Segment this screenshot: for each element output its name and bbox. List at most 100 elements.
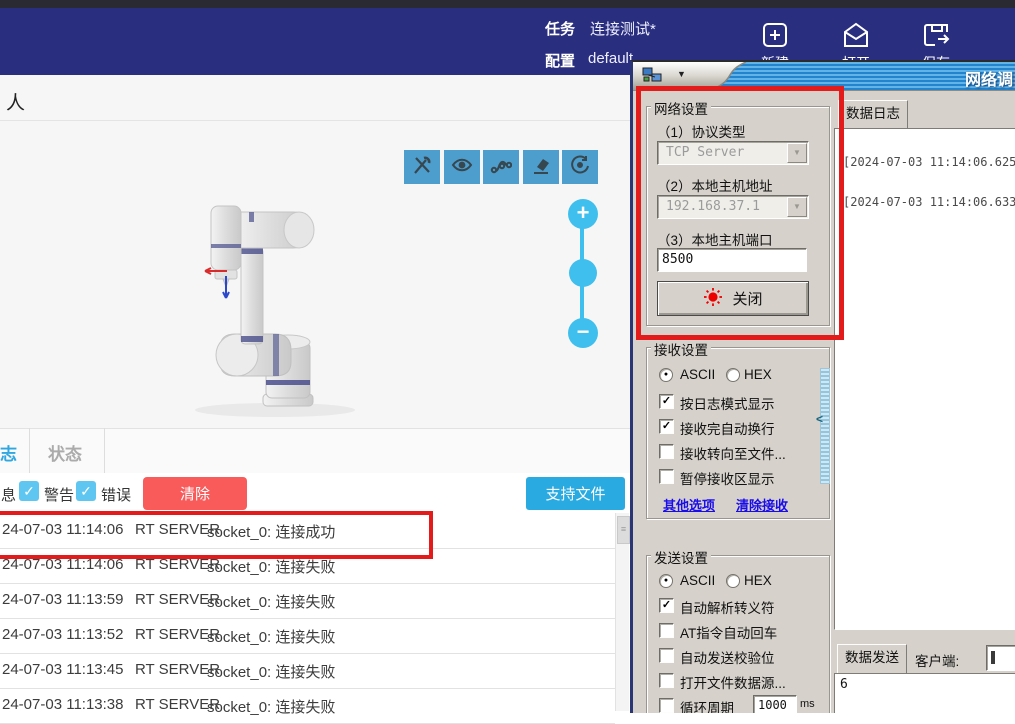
close-connection-label: 关闭 [732,288,762,309]
send-option-label: AT指令自动回车 [680,622,777,642]
host-address-value: 192.168.37.1 [666,199,760,214]
eraser-icon [530,154,552,181]
log-row[interactable]: 24-07-03 11:14:06 RT SERVER socket_0: 连接… [0,548,615,584]
receive-settings-title: 接收设置 [651,339,711,359]
log-time: 24-07-03 11:13:59 [2,591,124,608]
recv-option-label: 按日志模式显示 [680,393,775,413]
view-tools-button[interactable] [404,150,440,184]
network-icon [642,67,662,89]
log-message: socket_0: 连接失败 [207,696,335,717]
tab-divider [29,428,30,473]
log-scrollbar-thumb[interactable]: ≡ [617,516,630,544]
log-scrollbar[interactable]: ≡ [615,513,629,711]
send-hex-label: HEX [744,573,772,588]
support-file-button[interactable]: 支持文件 [526,477,625,510]
dropdown-arrow-icon[interactable]: ▼ [787,197,807,217]
log-time: 24-07-03 11:13:38 [2,696,124,713]
zoom-out-button[interactable]: − [568,318,598,348]
view-rotate-button[interactable] [562,150,598,184]
recv-hex-radio[interactable] [726,368,740,382]
view-path-button[interactable] [483,150,519,184]
log-row[interactable]: 24-07-03 11:13:59 RT SERVER socket_0: 连接… [0,583,615,619]
tab-data-send[interactable]: 数据发送 [837,644,907,674]
log-row[interactable]: 24-07-03 11:13:38 RT SERVER socket_0: 连接… [0,688,615,724]
log-row[interactable]: 24-07-03 11:13:45 RT SERVER socket_0: 连接… [0,653,615,689]
save-icon [904,20,968,50]
open-icon [824,20,888,50]
send-option-checkbox[interactable]: ✓ [659,598,674,613]
tools-icon [411,154,433,181]
tab-log[interactable]: 志 [0,440,17,465]
send-data-textarea[interactable]: 6 [834,673,1015,713]
protocol-type-value: TCP Server [666,145,744,160]
send-option-checkbox[interactable] [659,623,674,638]
view-eraser-button[interactable] [523,150,559,184]
other-options-link[interactable]: 其他选项 [663,495,715,514]
log-row[interactable]: 24-07-03 11:14:06 RT SERVER socket_0: 连接… [0,513,615,549]
send-ascii-radio[interactable]: ● [659,574,673,588]
task-value: 连接测试* [590,18,656,39]
view-visibility-button[interactable] [444,150,480,184]
header-divider [0,120,630,121]
dropdown-arrow-icon[interactable]: ▼ [787,143,807,163]
data-log-area[interactable]: [2024-07-03 11:14:06.625 [2024-07-03 11:… [834,128,1015,630]
log-message: socket_0: 连接失败 [207,556,335,577]
recv-ascii-radio[interactable]: ● [659,368,673,382]
error-checkbox[interactable]: ✓ [76,481,96,501]
rotate-icon [569,154,591,181]
host-port-input[interactable]: 8500 [657,248,807,272]
cycle-period-input[interactable]: 1000 [753,695,797,713]
recv-option-label: 接收转向至文件... [680,443,786,463]
host-port-label: （3）本地主机端口 [657,229,773,249]
collapse-arrow-icon[interactable]: < [816,412,823,426]
robot-3d-view[interactable] [175,172,415,427]
send-ascii-label: ASCII [680,573,715,588]
window-top-strip [0,0,1015,8]
host-address-dropdown[interactable]: 192.168.37.1 ▼ [657,195,809,219]
config-label: 配置 [545,50,575,71]
send-option-checkbox[interactable] [659,648,674,663]
receive-settings-group: 接收设置 ● ASCII HEX ✓ 按日志模式显示 ✓ 接收完自动换行 接收转… [646,347,830,519]
warning-checkbox[interactable]: ✓ [19,481,39,501]
page-title: 人 [6,88,25,115]
network-settings-group: 网络设置 （1）协议类型 TCP Server ▼ （2）本地主机地址 192.… [646,106,830,326]
panel-collapse-handle[interactable] [820,368,830,484]
connection-status-icon [703,287,723,311]
config-value: default [588,50,633,67]
send-option-checkbox[interactable] [659,673,674,688]
log-tabbar [0,428,630,475]
host-port-value: 8500 [662,252,693,267]
task-label: 任务 [545,18,575,39]
client-dropdown[interactable] [986,645,1015,671]
network-settings-title: 网络设置 [651,98,711,118]
recv-option-checkbox[interactable]: ✓ [659,394,674,409]
log-time: 24-07-03 11:13:45 [2,661,124,678]
send-option-label: 自动解析转义符 [680,597,775,617]
log-message: socket_0: 连接失败 [207,591,335,612]
netassist-title: 网络调 [965,66,1013,90]
zoom-in-button[interactable]: + [568,199,598,229]
log-row[interactable]: 24-07-03 11:13:52 RT SERVER socket_0: 连接… [0,618,615,654]
recv-option-label: 接收完自动换行 [680,418,775,438]
clear-receive-link[interactable]: 清除接收 [736,495,788,514]
warning-label: 警告 [44,484,74,505]
log-time: 24-07-03 11:14:06 [2,556,124,573]
clear-log-button[interactable]: 清除 [143,477,247,510]
recv-hex-label: HEX [744,367,772,382]
recv-option-checkbox[interactable] [659,469,674,484]
titlebar-menu-caret[interactable]: ▼ [677,69,686,79]
recv-option-checkbox[interactable] [659,444,674,459]
data-log-entry: [2024-07-03 11:14:06.633 [843,195,1015,209]
protocol-type-dropdown[interactable]: TCP Server ▼ [657,141,809,165]
eye-icon [451,154,473,181]
tab-data-log[interactable]: 数据日志 [838,100,908,130]
recv-option-checkbox[interactable]: ✓ [659,419,674,434]
log-time: 24-07-03 11:14:06 [2,521,124,538]
new-file-icon [743,20,807,50]
send-hex-radio[interactable] [726,574,740,588]
zoom-slider-handle[interactable] [569,259,597,287]
log-message: socket_0: 连接成功 [207,521,335,542]
netassist-titlebar[interactable]: ▼ 网络调 [633,62,1015,91]
tab-status[interactable]: 状态 [48,440,82,465]
close-connection-button[interactable]: 关闭 [657,281,809,316]
